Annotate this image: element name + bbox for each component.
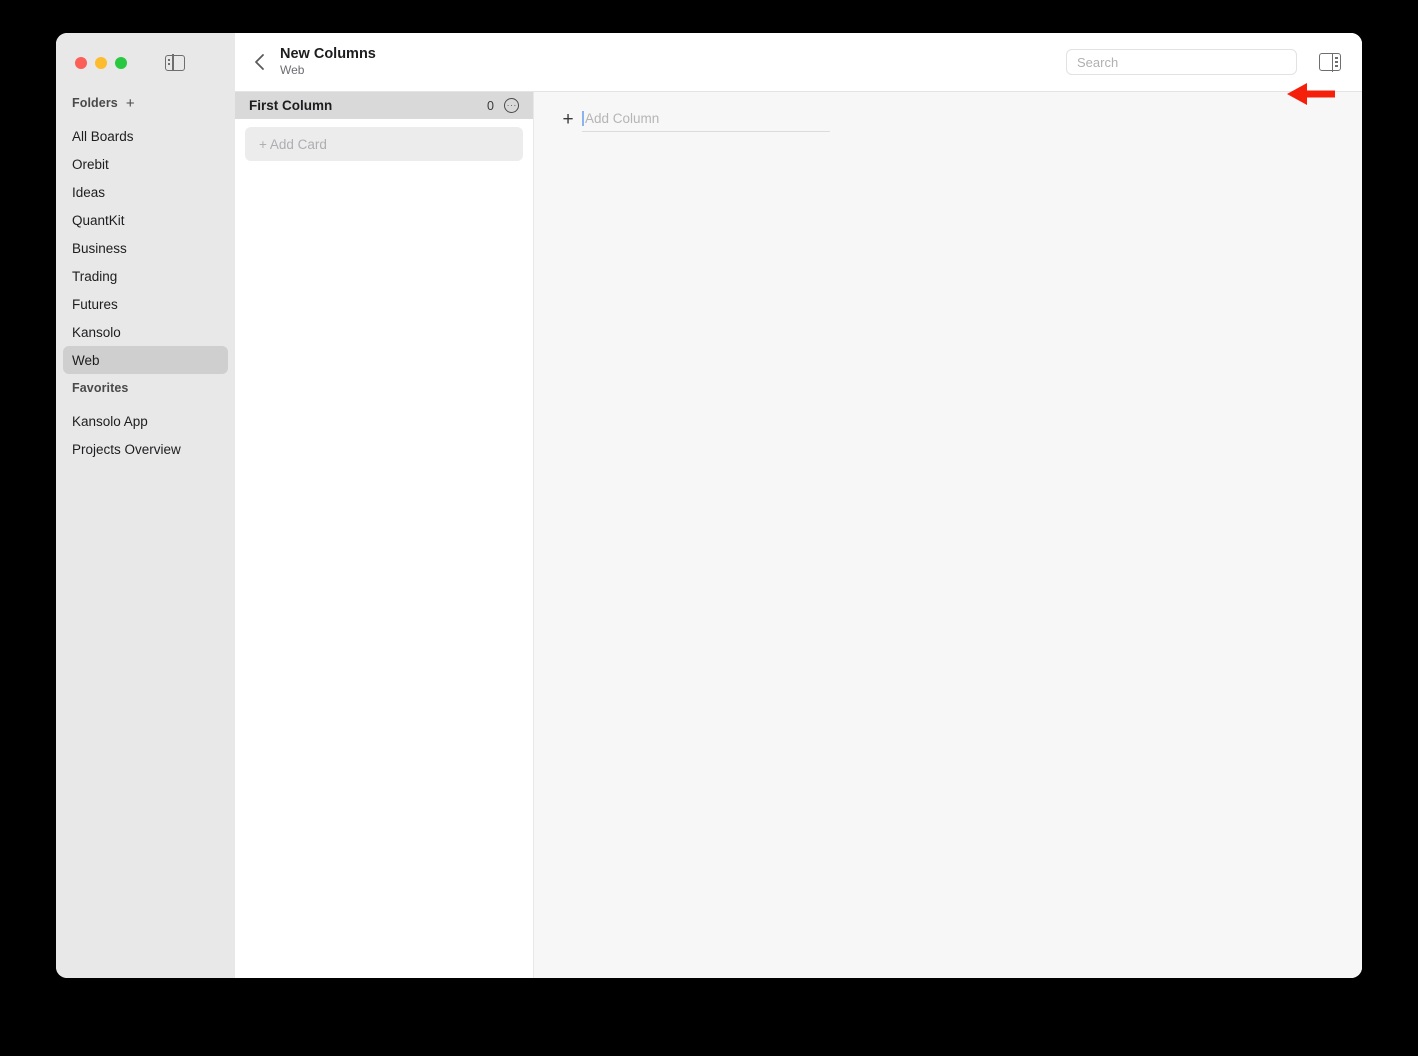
close-window-button[interactable] (75, 56, 87, 69)
sidebar-item-label: Web (72, 352, 100, 368)
inspector-panel-toggle-icon[interactable] (1319, 52, 1341, 72)
sidebar-item-kansolo-app[interactable]: Kansolo App (63, 407, 228, 435)
sidebar-item-all-boards[interactable]: All Boards (63, 122, 228, 150)
sidebar-item-kansolo[interactable]: Kansolo (63, 318, 228, 346)
sidebar-item-futures[interactable]: Futures (63, 290, 228, 318)
sidebar-item-web[interactable]: Web (63, 346, 228, 374)
sidebar-section-favorites-label: Favorites (72, 381, 129, 395)
column-body: + Add Card (235, 119, 533, 978)
add-column-area: + Add Column (534, 83, 1362, 978)
text-caret (582, 111, 584, 126)
sidebar-item-label: Ideas (72, 184, 106, 200)
sidebar-item-ideas[interactable]: Ideas (63, 178, 228, 206)
add-column-row: + Add Column (559, 106, 1362, 132)
maximize-window-button[interactable] (115, 56, 127, 69)
sidebar-item-label: Business (72, 240, 127, 256)
add-card-button[interactable]: + Add Card (245, 127, 523, 161)
sidebar-item-quantkit[interactable]: QuantKit (63, 206, 228, 234)
sidebar-item-label: Kansolo (72, 324, 121, 340)
sidebar-toggle-icon[interactable] (165, 54, 185, 71)
add-column-plus-icon[interactable]: + (559, 110, 577, 129)
sidebar-item-label: Futures (72, 296, 118, 312)
sidebar-item-label: Orebit (72, 156, 109, 172)
main-area: New Columns Web First Column 0 + Add Car… (235, 33, 1362, 978)
chevron-left-icon[interactable] (248, 51, 270, 73)
page-title: New Columns (280, 46, 376, 62)
sidebar-item-label: QuantKit (72, 212, 125, 228)
column-card-count: 0 (487, 98, 494, 113)
search-input[interactable] (1077, 54, 1286, 70)
sidebar-item-orebit[interactable]: Orebit (63, 150, 228, 178)
sidebar-item-label: Projects Overview (72, 441, 181, 457)
add-folder-icon[interactable]: + (126, 96, 135, 111)
ellipsis-circle-icon[interactable] (504, 98, 519, 113)
traffic-light-buttons (75, 56, 127, 69)
sidebar-section-folders: Folders + (56, 92, 235, 114)
page-subtitle: Web (280, 63, 305, 77)
search-box[interactable] (1066, 49, 1297, 75)
top-toolbar: New Columns Web (235, 33, 1362, 92)
column-title: First Column (249, 98, 333, 113)
sidebar-item-business[interactable]: Business (63, 234, 228, 262)
app-window: Folders + All Boards Orebit Ideas QuantK… (56, 33, 1362, 978)
sidebar: Folders + All Boards Orebit Ideas QuantK… (56, 33, 235, 978)
sidebar-item-label: Kansolo App (72, 413, 148, 429)
sidebar-item-trading[interactable]: Trading (63, 262, 228, 290)
sidebar-section-favorites: Favorites (56, 377, 235, 399)
board-canvas: First Column 0 + Add Card + Add Column (235, 83, 1362, 978)
board-title-block: New Columns Web (280, 46, 376, 78)
sidebar-item-label: Trading (72, 268, 118, 284)
add-column-input[interactable]: Add Column (582, 106, 830, 132)
minimize-window-button[interactable] (95, 56, 107, 69)
board-column: First Column 0 + Add Card (235, 92, 534, 978)
sidebar-section-folders-label: Folders (72, 96, 118, 110)
add-column-placeholder: Add Column (585, 111, 660, 126)
sidebar-item-projects-overview[interactable]: Projects Overview (63, 435, 228, 463)
column-header: First Column 0 (235, 92, 533, 119)
window-titlebar (56, 33, 235, 92)
sidebar-item-label: All Boards (72, 128, 134, 144)
